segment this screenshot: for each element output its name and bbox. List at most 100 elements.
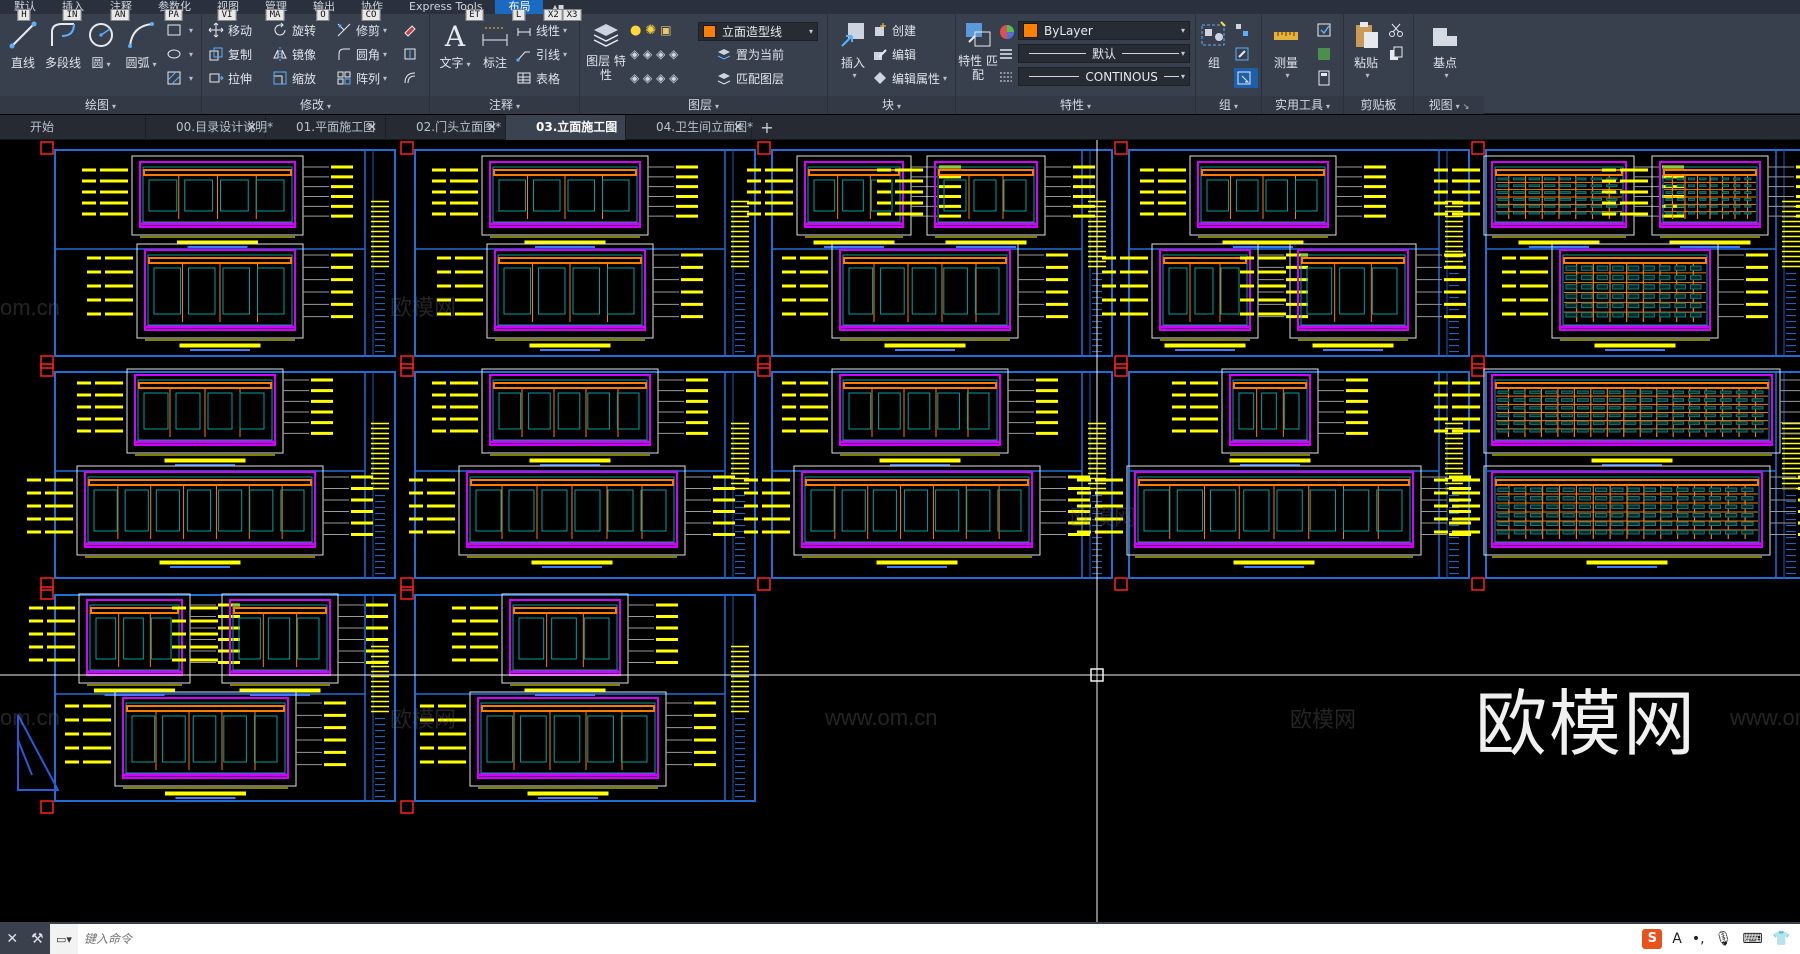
calculator-button[interactable] [1316, 68, 1336, 88]
close-icon[interactable]: ✕ [733, 115, 743, 140]
close-icon[interactable]: ✕ [487, 115, 497, 140]
drawing-canvas[interactable]: om.cn 欧模网 www.om.cn 欧模网 www.om.cn 欧模网 欧模… [0, 140, 1800, 922]
ribbon-tab-output[interactable]: 输出 O [299, 0, 347, 21]
stretch-button[interactable]: 拉伸 [208, 68, 252, 88]
ellipse-tool[interactable]: ▾ [166, 44, 193, 64]
color-wheel-icon[interactable] [998, 22, 1020, 42]
offset-button[interactable] [402, 68, 422, 88]
dimension-button[interactable]: 标注 [472, 20, 518, 71]
move-button[interactable]: 移动 [208, 20, 252, 40]
fillet-button[interactable]: 圆角 ▾ [336, 44, 387, 64]
file-tab-01[interactable]: 01.平面施工图 ✕ [266, 114, 386, 140]
copy-clip-button[interactable] [1388, 44, 1408, 64]
layer-properties-button[interactable]: 图层 特性 [584, 20, 628, 82]
file-tab-04[interactable]: 04.卫生间立面图* ✕ [626, 114, 753, 140]
create-block-button[interactable]: 创建 [872, 20, 916, 40]
close-icon[interactable]: ✕ [367, 115, 377, 140]
skin-icon[interactable]: 👕 [1773, 931, 1790, 947]
ribbon-tab-express-tools[interactable]: Express Tools ET [395, 0, 495, 21]
current-layer-dropdown[interactable]: 立面造型线 ▾ [698, 22, 818, 41]
panel-title-utilities[interactable]: 实用工具 ▾ [1262, 96, 1343, 114]
file-tab-start[interactable]: 开始 [0, 114, 146, 140]
panel-title-groups[interactable]: 组 ▾ [1196, 96, 1261, 114]
close-icon[interactable]: ✕ [247, 115, 257, 140]
arc-button[interactable]: 圆弧 ▾ [118, 20, 164, 71]
edit-attributes-button[interactable]: 编辑属性 ▾ [872, 68, 947, 88]
ribbon-tab-parametric[interactable]: 参数化 PA [144, 0, 203, 21]
sun-icon[interactable]: ✺ [645, 23, 656, 38]
lineweight-dropdown[interactable]: 默认 ▾ [1018, 44, 1190, 63]
leader-button[interactable]: 引线 ▾ [516, 44, 567, 64]
scale-button[interactable]: 缩放 [272, 68, 316, 88]
select-all-button[interactable] [1316, 44, 1336, 64]
file-tab-03[interactable]: 03.立面施工图 ✕ [506, 114, 626, 140]
layer-tools-row-1[interactable]: ◈ ◈ ◈ ◈ [630, 44, 678, 64]
rectangle-tool[interactable]: ▾ [166, 20, 193, 40]
cut-button[interactable] [1388, 20, 1408, 40]
group-select-toggle[interactable] [1234, 68, 1258, 88]
erase-button[interactable] [402, 20, 422, 40]
ribbon-tab-collaborate[interactable]: 协作 CO [347, 0, 395, 21]
command-history-icon[interactable]: ▭▾ [50, 924, 78, 954]
file-tab-02[interactable]: 02.门头立面图* ✕ [386, 114, 506, 140]
panel-title-annotation[interactable]: 注释 ▾ [430, 96, 579, 114]
panel-title-draw[interactable]: 绘图 ▾ [0, 96, 201, 114]
command-input[interactable] [78, 924, 1643, 954]
layer-freeze-icon[interactable]: ◈ ◈ ◈ ◈ [630, 71, 678, 85]
cad-drawing[interactable] [0, 140, 1800, 922]
set-current-button[interactable]: 置为当前 [716, 44, 784, 64]
ribbon-tab-toggle[interactable]: ▴▪ X2 X3 [543, 0, 582, 21]
bulb-icon[interactable]: ● [630, 23, 641, 38]
panel-title-view[interactable]: 视图 ▾ ↘ [1414, 96, 1484, 114]
wrench-icon[interactable]: ⚒ [31, 931, 44, 947]
panel-title-layers[interactable]: 图层 ▾ [580, 96, 827, 114]
insert-block-button[interactable]: 插入 ▾ [830, 20, 876, 80]
layer-isolate-icon[interactable]: ◈ ◈ ◈ ◈ [630, 47, 678, 61]
ribbon-tab-view[interactable]: 视图 VI [203, 0, 251, 21]
group-edit-button[interactable] [1234, 44, 1254, 64]
panel-title-properties[interactable]: 特性 ▾ [956, 96, 1195, 114]
lock-icon[interactable]: ▣ [660, 23, 671, 37]
ime-icon[interactable]: S [1642, 929, 1663, 949]
base-view-button[interactable]: 基点 ▾ [1420, 20, 1470, 80]
elevation-lattice [1741, 504, 1754, 509]
linear-dimension-button[interactable]: 线性 ▾ [516, 20, 567, 40]
match-layer-button[interactable]: 匹配图层 [716, 68, 784, 88]
rotate-button[interactable]: 旋转 [272, 20, 316, 40]
ribbon-tab-default[interactable]: 默认 H [0, 0, 48, 21]
explode-button[interactable] [402, 44, 422, 64]
array-button[interactable]: 阵列 ▾ [336, 68, 387, 88]
ribbon-tab-annotate[interactable]: 注释 AN [96, 0, 144, 21]
close-icon[interactable]: ✕ [6, 931, 18, 947]
quick-select-button[interactable] [1316, 20, 1336, 40]
ribbon-tab-layout[interactable]: 布局 L [494, 0, 543, 21]
layer-state-icons[interactable]: ● ✺ ▣ [630, 20, 672, 40]
panel-title-clipboard[interactable]: 剪贴板 [1344, 96, 1413, 114]
ungroup-button[interactable] [1234, 20, 1254, 40]
new-tab-button[interactable]: + [752, 118, 782, 137]
hatch-tool[interactable]: ▾ [166, 68, 193, 88]
table-button[interactable]: 表格 [516, 68, 560, 88]
edit-block-button[interactable]: 编辑 [872, 44, 916, 64]
close-icon[interactable]: ✕ [607, 115, 617, 140]
color-dropdown[interactable]: ByLayer ▾ [1018, 21, 1190, 40]
microphone-icon[interactable]: 🎙 [1715, 931, 1733, 947]
measure-button[interactable]: 测量 ▾ [1264, 20, 1308, 80]
match-properties-button[interactable]: 特性 匹配 [958, 20, 998, 82]
title-block [724, 371, 756, 579]
panel-title-block[interactable]: 块 ▾ [828, 96, 955, 114]
keyboard-icon[interactable]: ⌨ [1742, 931, 1762, 947]
panel-title-modify[interactable]: 修改 ▾ [202, 96, 429, 114]
layer-tools-row-2[interactable]: ◈ ◈ ◈ ◈ [630, 68, 678, 88]
input-language[interactable]: A [1672, 931, 1682, 947]
mirror-button[interactable]: 镜像 [272, 44, 316, 64]
ribbon-tab-insert[interactable]: 插入 IN [48, 0, 96, 21]
linetype-dropdown[interactable]: CONTINOUS ▾ [1018, 67, 1190, 86]
trim-button[interactable]: 修剪 ▾ [336, 20, 387, 40]
copy-button[interactable]: 复制 [208, 44, 252, 64]
paste-button[interactable]: 粘贴 ▾ [1346, 20, 1386, 80]
ribbon-tab-manage[interactable]: 管理 MA [251, 0, 299, 21]
file-tab-00[interactable]: 00.目录设计说明* ✕ [146, 114, 273, 140]
punctuation-icon[interactable]: •, [1692, 931, 1705, 947]
group-button[interactable]: 组 [1196, 20, 1232, 71]
